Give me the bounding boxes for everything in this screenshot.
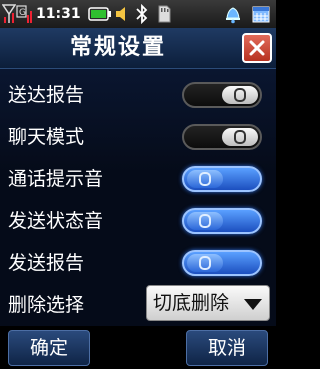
close-icon	[249, 40, 265, 56]
toggle-knob	[222, 128, 258, 146]
setting-label: 发送报告	[8, 252, 85, 274]
page-title: 常规设置	[69, 35, 166, 60]
send-report-toggle[interactable]	[182, 250, 262, 276]
battery-icon	[87, 3, 113, 25]
send-status-tone-toggle[interactable]	[182, 208, 262, 234]
toggle-knob	[187, 212, 223, 230]
clock-time: 11:31	[36, 6, 81, 22]
setting-row-send-status-tone: 发送状态音	[0, 201, 276, 241]
cancel-button[interactable]: 取消	[186, 330, 268, 366]
status-bar: G 11:31	[0, 0, 276, 28]
setting-label: 聊天模式	[8, 126, 85, 148]
setting-label: 送达报告	[8, 84, 85, 106]
setting-row-chat-mode: 聊天模式	[0, 117, 276, 157]
calendar-icon	[250, 3, 272, 25]
bell-icon	[222, 3, 244, 25]
softkey-bar: 确定 取消	[0, 327, 276, 369]
delete-option-select[interactable]: 切底删除	[146, 285, 270, 321]
setting-row-send-report: 发送报告	[0, 243, 276, 283]
signal-icon	[2, 3, 16, 25]
confirm-button[interactable]: 确定	[8, 330, 90, 366]
chevron-down-icon	[244, 299, 262, 310]
close-button[interactable]	[242, 33, 272, 63]
delete-option-value: 切底删除	[153, 292, 230, 314]
setting-row-call-alert-tone: 通话提示音	[0, 159, 276, 199]
memory-card-icon	[153, 3, 175, 25]
gprs-icon: G	[16, 3, 32, 25]
title-bar: 常规设置	[0, 28, 276, 69]
volume-icon	[113, 3, 131, 25]
svg-text:G: G	[19, 8, 26, 18]
delivery-report-toggle[interactable]	[182, 82, 262, 108]
toggle-knob	[187, 254, 223, 272]
chat-mode-toggle[interactable]	[182, 124, 262, 150]
bluetooth-icon	[131, 3, 153, 25]
setting-label: 发送状态音	[8, 210, 104, 232]
setting-label: 通话提示音	[8, 168, 104, 190]
toggle-knob	[187, 170, 223, 188]
toggle-knob	[222, 86, 258, 104]
setting-label: 删除选择	[8, 294, 85, 316]
call-alert-tone-toggle[interactable]	[182, 166, 262, 192]
setting-row-delivery-report: 送达报告	[0, 75, 276, 115]
